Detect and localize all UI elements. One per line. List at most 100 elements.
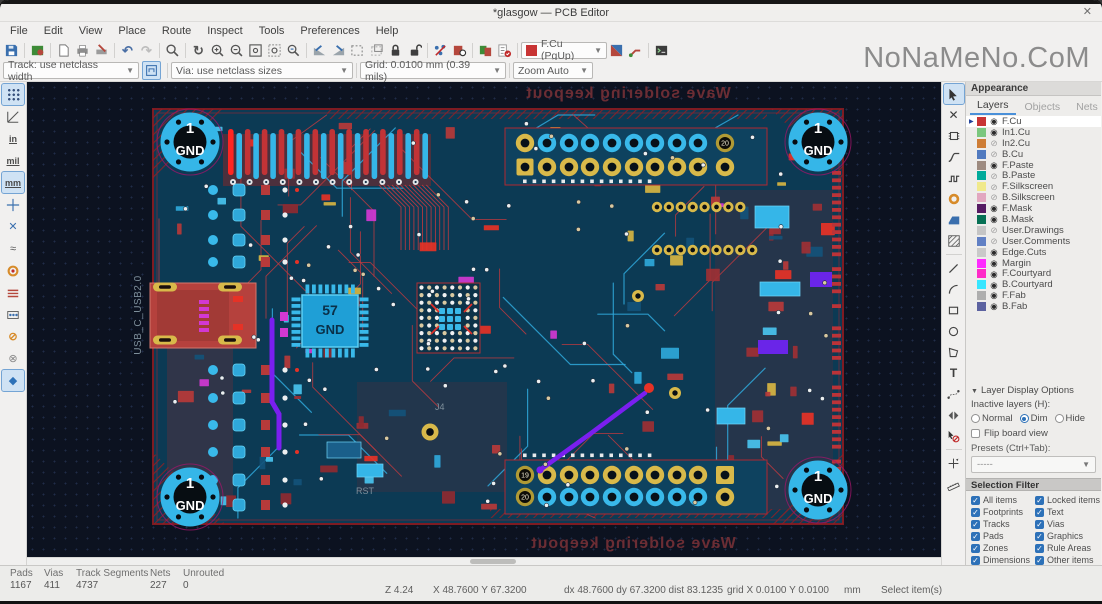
visibility-on-icon[interactable]: ◉ (989, 117, 999, 126)
visibility-off-icon[interactable]: ⊘ (989, 150, 999, 159)
layer-row-f-silkscreen[interactable]: ⊘ F.Silkscreen (966, 181, 1101, 192)
visibility-on-icon[interactable]: ◉ (989, 281, 999, 290)
ungroup-button[interactable] (367, 41, 386, 60)
layer-color-swatch[interactable] (977, 127, 986, 137)
layer-row-user-drawings[interactable]: ⊘ User.Drawings (966, 225, 1101, 236)
filter-rule-areas[interactable]: ✓ Rule Areas (1035, 543, 1100, 553)
layer-row-b-cu[interactable]: ⊘ B.Cu (966, 149, 1101, 160)
draw-spline-tool[interactable] (944, 384, 964, 404)
checkbox-checked-icon[interactable]: ✓ (971, 531, 980, 541)
layer-color-swatch[interactable] (977, 171, 986, 181)
layer-color-swatch[interactable] (977, 138, 986, 148)
track-width-selector[interactable]: Track: use netclass width ▼ (3, 59, 139, 83)
visibility-on-icon[interactable]: ◉ (989, 215, 999, 224)
units-inches-button[interactable]: in (2, 128, 24, 149)
layer-row-b-paste[interactable]: ⊘ B.Paste (966, 170, 1101, 181)
zoom-selector[interactable]: Zoom Auto ▼ (513, 62, 593, 79)
ratsnest-visibility-icon[interactable]: ✕ (2, 216, 24, 237)
visibility-off-icon[interactable]: ⊘ (989, 172, 999, 181)
tune-length-tool[interactable] (944, 168, 964, 188)
tab-layers[interactable]: Layers (970, 98, 1016, 115)
grid-toggle-icon[interactable] (1, 83, 25, 106)
checkbox-checked-icon[interactable]: ✓ (1035, 495, 1044, 505)
group-button[interactable] (348, 41, 367, 60)
visibility-on-icon[interactable]: ◉ (989, 248, 999, 257)
layer-row-user-comments[interactable]: ⊘ User.Comments (966, 236, 1101, 247)
visibility-off-icon[interactable]: ⊘ (989, 139, 999, 148)
net-highlight-icon[interactable] (2, 260, 24, 281)
pad-display-mode-icon[interactable]: ⊘ (2, 326, 24, 347)
draw-circle-tool[interactable] (944, 321, 964, 341)
checkbox-checked-icon[interactable]: ✓ (1035, 543, 1044, 553)
visibility-off-icon[interactable]: ⊘ (989, 183, 999, 192)
filter-tracks[interactable]: ✓ Tracks (971, 519, 1033, 529)
units-mils-button[interactable]: mil (2, 150, 24, 171)
radio-normal[interactable] (971, 414, 980, 423)
board-setup-button[interactable] (28, 41, 47, 60)
tab-objects[interactable]: Objects (1018, 100, 1068, 115)
outline-display-mode-icon[interactable]: ⊗ (2, 348, 24, 369)
menu-inspect[interactable]: Inspect (199, 24, 250, 38)
layer-display-options-title[interactable]: ▼ Layer Display Options (971, 385, 1096, 396)
via-size-selector[interactable]: Via: use netclass sizes ▼ (171, 62, 353, 79)
flip-board-view-row[interactable]: Flip board view (971, 428, 1096, 439)
draw-polygon-tool[interactable] (944, 342, 964, 362)
menu-tools[interactable]: Tools (251, 24, 293, 38)
layer-color-swatch[interactable] (977, 225, 986, 235)
add-via-tool[interactable] (944, 189, 964, 209)
checkbox-checked-icon[interactable]: ✓ (971, 555, 980, 565)
visibility-off-icon[interactable]: ⊘ (989, 193, 999, 202)
plot-button[interactable] (92, 41, 111, 60)
zoom-in-button[interactable] (208, 41, 227, 60)
print-button[interactable] (73, 41, 92, 60)
polar-coords-icon[interactable] (2, 106, 24, 127)
layer-row-f-cu[interactable]: ▶ ◉ F.Cu (966, 116, 1101, 127)
layer-color-swatch[interactable] (977, 258, 986, 268)
draw-rectangle-tool[interactable] (944, 300, 964, 320)
rotate-left-button[interactable] (310, 41, 329, 60)
layer-color-swatch[interactable] (977, 149, 986, 159)
filter-pads[interactable]: ✓ Pads (971, 531, 1033, 541)
visibility-on-icon[interactable]: ◉ (989, 270, 999, 279)
appearance-manager-icon[interactable]: ◆ (1, 369, 25, 392)
flip-board-checkbox[interactable] (971, 429, 980, 438)
layer-color-swatch[interactable] (977, 269, 986, 279)
add-footprint-tool[interactable] (944, 126, 964, 146)
presets-dropdown[interactable]: ----- ▼ (971, 456, 1096, 473)
radio-dim[interactable] (1019, 414, 1029, 423)
layer-color-swatch[interactable] (977, 204, 986, 214)
layer-row-in2-cu[interactable]: ⊘ In2.Cu (966, 138, 1101, 149)
visibility-off-icon[interactable]: ⊘ (989, 226, 999, 235)
track-display-mode-icon[interactable] (2, 282, 24, 303)
draw-arc-tool[interactable] (944, 279, 964, 299)
origin-tool[interactable] (944, 453, 964, 473)
visibility-on-icon[interactable]: ◉ (989, 128, 999, 137)
lock-button[interactable] (386, 41, 405, 60)
menu-route[interactable]: Route (154, 24, 199, 38)
ratsnest-button[interactable] (431, 41, 450, 60)
layer-row-edge-cuts[interactable]: ◉ Edge.Cuts (966, 247, 1101, 258)
visibility-on-icon[interactable]: ◉ (989, 302, 999, 311)
layer-row-b-courtyard[interactable]: ◉ B.Courtyard (966, 279, 1101, 290)
layer-row-b-fab[interactable]: ◉ B.Fab (966, 301, 1101, 312)
layer-color-swatch[interactable] (977, 116, 986, 126)
menu-view[interactable]: View (71, 24, 111, 38)
menu-preferences[interactable]: Preferences (292, 24, 367, 38)
delete-tool[interactable] (944, 426, 964, 446)
menu-file[interactable]: File (2, 24, 36, 38)
redo-button[interactable]: ↷ (137, 41, 156, 60)
checkbox-checked-icon[interactable]: ✓ (971, 543, 980, 553)
find-button[interactable] (163, 41, 182, 60)
layer-row-f-fab[interactable]: ◉ F.Fab (966, 290, 1101, 301)
active-layer-selector[interactable]: F.Cu (PgUp) ▼ (521, 38, 607, 62)
measure-tool[interactable] (944, 474, 964, 494)
layer-row-b-silkscreen[interactable]: ⊘ B.Silkscreen (966, 192, 1101, 203)
layer-color-swatch[interactable] (977, 182, 986, 192)
layer-color-swatch[interactable] (977, 214, 986, 224)
filter-graphics[interactable]: ✓ Graphics (1035, 531, 1100, 541)
cursor-shape-icon[interactable] (2, 194, 24, 215)
route-highlight-button[interactable] (626, 41, 645, 60)
visibility-on-icon[interactable]: ◉ (989, 291, 999, 300)
layer-color-swatch[interactable] (977, 193, 986, 203)
add-zone-tool[interactable] (944, 210, 964, 230)
